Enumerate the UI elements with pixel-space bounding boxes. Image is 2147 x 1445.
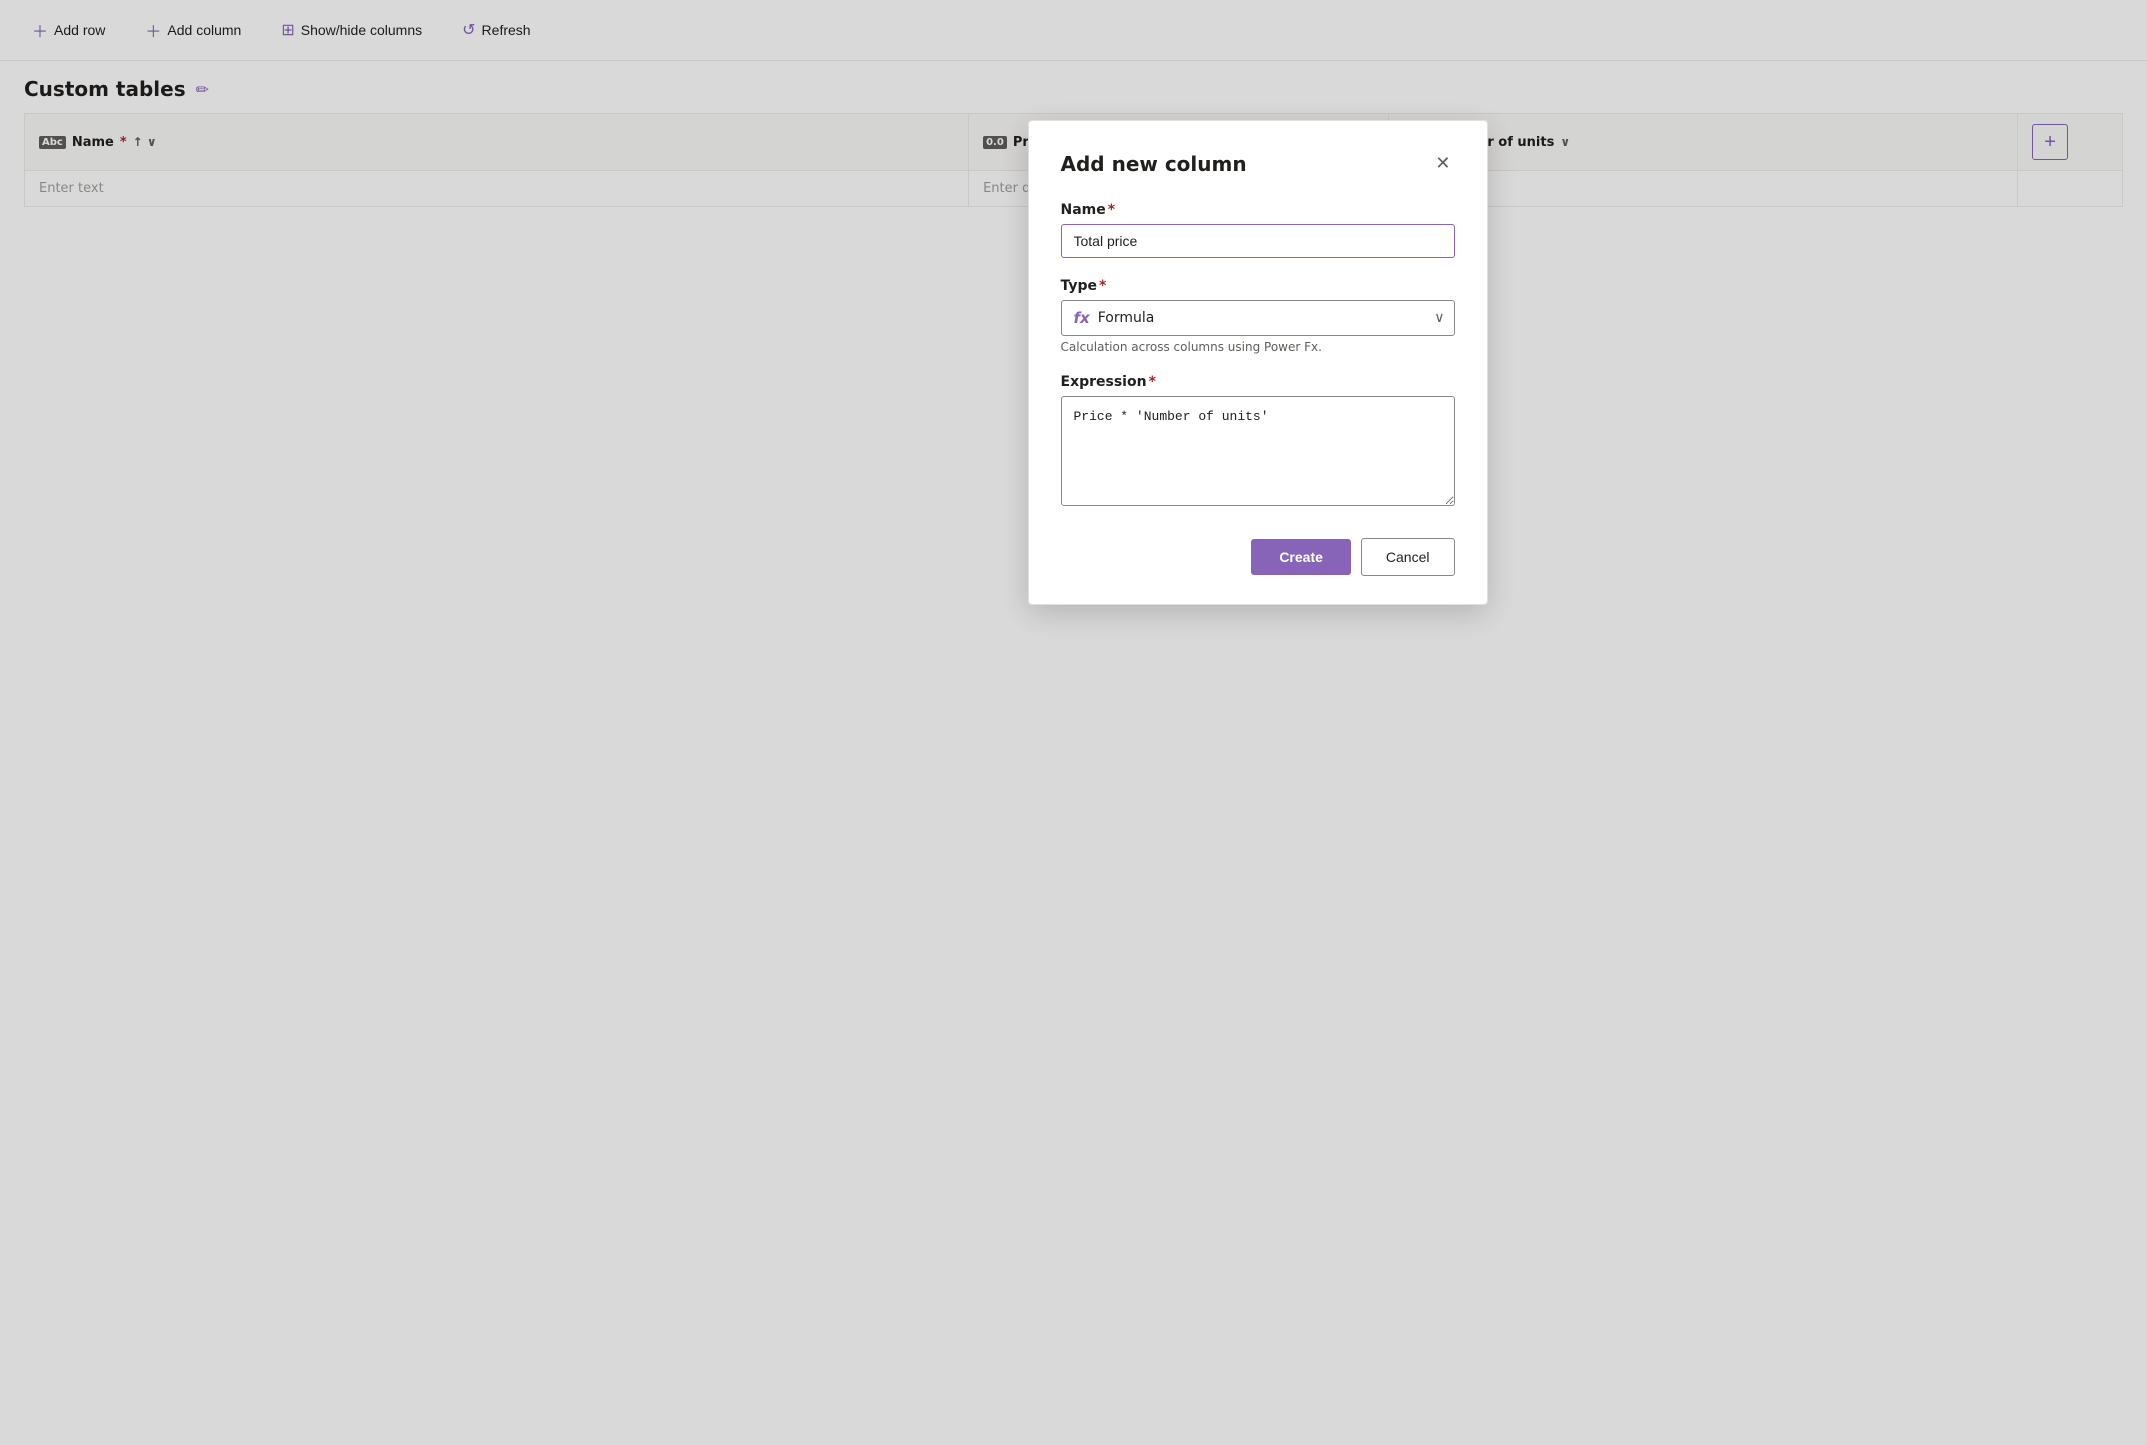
panel-close-button[interactable]: ✕ xyxy=(1431,149,1454,178)
expression-form-group: Expression* Price * 'Number of units' xyxy=(1061,374,1455,510)
type-select-display[interactable]: fx Formula xyxy=(1061,300,1455,336)
fx-icon: fx xyxy=(1074,309,1090,327)
add-column-panel: Add new column ✕ Name* Type* fx Formula … xyxy=(1028,120,1488,605)
type-select-wrapper[interactable]: fx Formula ∨ xyxy=(1061,300,1455,336)
type-field-label: Type* xyxy=(1061,278,1455,294)
create-button[interactable]: Create xyxy=(1251,539,1351,575)
type-form-group: Type* fx Formula ∨ Calculation across co… xyxy=(1061,278,1455,354)
panel-title: Add new column xyxy=(1061,152,1247,176)
cancel-button[interactable]: Cancel xyxy=(1361,538,1455,576)
expression-textarea[interactable]: Price * 'Number of units' xyxy=(1061,396,1455,506)
type-value-label: Formula xyxy=(1098,310,1155,326)
helper-text: Calculation across columns using Power F… xyxy=(1061,340,1455,354)
name-input[interactable] xyxy=(1061,224,1455,258)
panel-footer: Create Cancel xyxy=(1061,538,1455,576)
name-field-label: Name* xyxy=(1061,202,1455,218)
name-form-group: Name* xyxy=(1061,202,1455,258)
expression-field-label: Expression* xyxy=(1061,374,1455,390)
panel-header: Add new column ✕ xyxy=(1061,149,1455,178)
